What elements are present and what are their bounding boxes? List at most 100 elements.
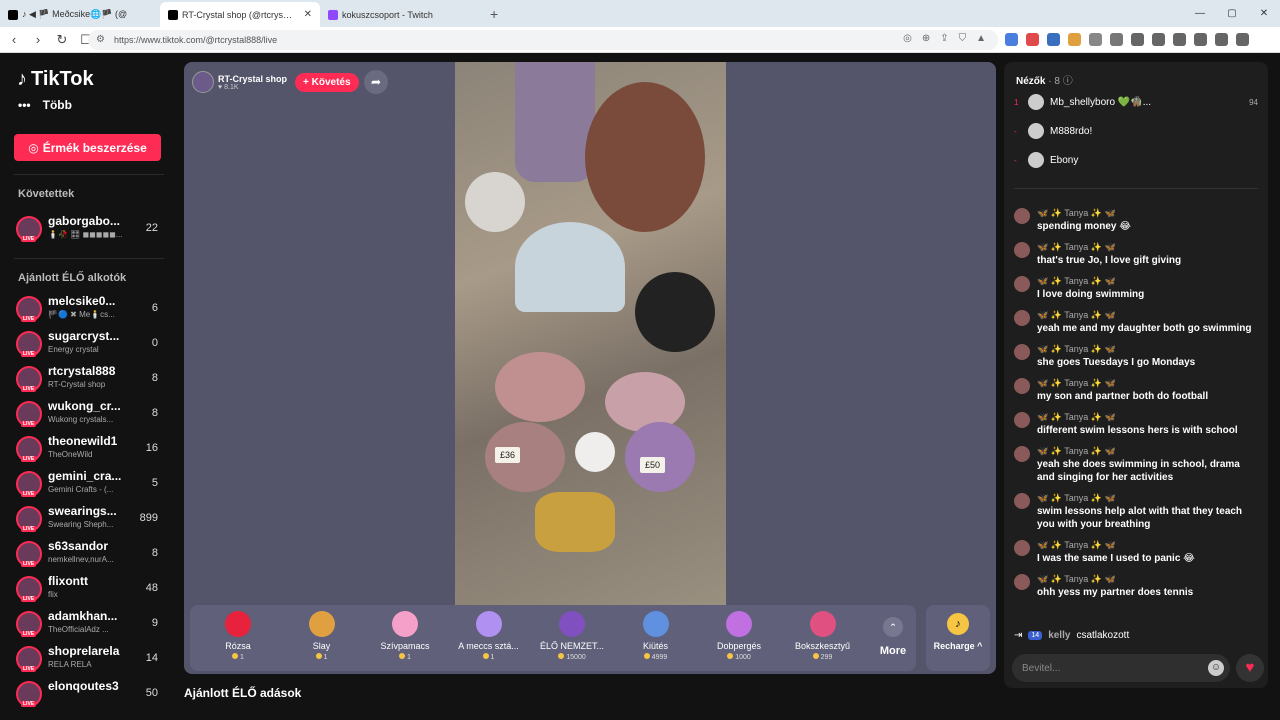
tiktok-logo[interactable]: ♪ TikTok bbox=[17, 68, 94, 91]
creator-item[interactable]: LIVE gemini_cra... Gemini Crafts - (... 5 bbox=[16, 469, 161, 499]
gift-item[interactable]: Bokszkesztyű 299 bbox=[783, 611, 863, 661]
divider bbox=[14, 258, 164, 259]
creator-item[interactable]: LIVE sugarcryst... Energy crystal 0 bbox=[16, 329, 161, 359]
heart-icon[interactable]: ♥ bbox=[1236, 654, 1264, 682]
sparkle-icon[interactable] bbox=[1194, 33, 1207, 46]
chat-message[interactable]: 🦋 ✨ Tanya ✨ 🦋 my son and partner both do … bbox=[1014, 378, 1258, 405]
shield-icon[interactable]: ⛉ bbox=[959, 33, 967, 44]
chevron-up-icon: ⌃ bbox=[883, 617, 903, 637]
coin-icon bbox=[482, 653, 489, 659]
zoom-icon[interactable]: ⊕ bbox=[922, 33, 930, 44]
creator-item[interactable]: LIVE rtcrystal888 RT-Crystal shop 8 bbox=[16, 364, 161, 394]
live-badge: LIVE bbox=[21, 236, 37, 242]
chat-message[interactable]: 🦋 ✨ Tanya ✨ 🦋 yeah me and my daughter bot… bbox=[1014, 310, 1258, 337]
puzzle-icon[interactable] bbox=[1089, 33, 1102, 46]
minimize-icon[interactable]: — bbox=[1184, 0, 1216, 27]
get-coins-button[interactable]: ◎ Érmék beszerzése bbox=[14, 134, 161, 161]
chat-message[interactable]: 🦋 ✨ Tanya ✨ 🦋 she goes Tuesdays I go Mond… bbox=[1014, 344, 1258, 371]
coin-icon bbox=[812, 653, 819, 659]
close-window-icon[interactable]: ✕ bbox=[1248, 0, 1280, 27]
avatar bbox=[1028, 94, 1044, 110]
url-text: https://www.tiktok.com/@rtcrystal888/liv… bbox=[114, 35, 278, 45]
live-badge: LIVE bbox=[21, 526, 37, 532]
gift-price: 1 bbox=[449, 653, 529, 661]
creator-item[interactable]: LIVE swearings... Swearing Sheph... 899 bbox=[16, 504, 161, 534]
price-tag: £36 bbox=[495, 447, 521, 463]
crystal-sphere bbox=[465, 172, 525, 232]
sidebar-icon[interactable] bbox=[1152, 33, 1165, 46]
gift-item[interactable]: Rózsa 1 bbox=[198, 611, 278, 661]
extension-icon[interactable] bbox=[1110, 33, 1123, 46]
crystal-moon bbox=[515, 222, 625, 312]
chat-message[interactable]: 🦋 ✨ Tanya ✨ 🦋 I was the same I used to pa… bbox=[1014, 540, 1258, 567]
creator-item[interactable]: LIVE wukong_cr... Wukong crystals... 8 bbox=[16, 399, 161, 429]
browser-tab-2[interactable]: RT-Crystal shop (@rtcrystal88 ✕ bbox=[160, 2, 320, 27]
live-video[interactable]: £36 £50 bbox=[455, 62, 726, 606]
triangle-icon[interactable]: ▲ bbox=[976, 33, 986, 44]
wallet-icon[interactable] bbox=[1173, 33, 1186, 46]
gift-item[interactable]: Dobpergés 1000 bbox=[699, 611, 779, 661]
live-badge: LIVE bbox=[21, 421, 37, 427]
more-gifts-button[interactable]: ⌃ More bbox=[874, 617, 912, 657]
cast-icon[interactable]: ◎ bbox=[903, 33, 912, 44]
chat-input[interactable] bbox=[1012, 654, 1202, 682]
chat-panel: Nézők · 8 ⓘ 1 Mb_shellyboro 💚🧌... 94 - M888r… bbox=[1004, 62, 1268, 688]
gift-item[interactable]: Slay 1 bbox=[282, 611, 362, 661]
share-icon[interactable]: ⇪ bbox=[940, 33, 948, 44]
creator-item[interactable]: LIVE elonqoutes3 50 bbox=[16, 679, 161, 709]
back-icon[interactable]: ‹ bbox=[4, 32, 24, 47]
chat-message[interactable]: 🦋 ✨ Tanya ✨ 🦋 yeah she does swimming in s… bbox=[1014, 446, 1258, 486]
host-bar: RT-Crystal shop ♥ 8.1K + Követés bbox=[192, 70, 359, 94]
music-icon[interactable] bbox=[1131, 33, 1144, 46]
browser-tab-3[interactable]: kokuszcsoport - Twitch bbox=[320, 2, 480, 27]
chat-message[interactable]: 🦋 ✨ Tanya ✨ 🦋 that's true Jo, I love gift… bbox=[1014, 242, 1258, 269]
site-info-icon[interactable]: ⚙ bbox=[96, 34, 105, 45]
viewers-title: Nézők · 8 ⓘ bbox=[1016, 76, 1073, 87]
browser-tab-1[interactable]: ♪ ◀ 🏴 Meðcsike🌐🏴 (@ bbox=[0, 2, 160, 27]
maximize-icon[interactable]: ▢ bbox=[1216, 0, 1248, 27]
vpn-shield-icon[interactable] bbox=[1215, 33, 1228, 46]
translate-extension-icon[interactable] bbox=[1005, 33, 1018, 46]
creator-item[interactable]: LIVE shoprelarela RELA RELA 14 bbox=[16, 644, 161, 674]
gift-item[interactable]: ÉLŐ NEMZET... 15000 bbox=[532, 611, 612, 661]
hls-extension-icon[interactable] bbox=[1026, 33, 1039, 46]
chat-message[interactable]: 🦋 ✨ Tanya ✨ 🦋 I love doing swimming bbox=[1014, 276, 1258, 303]
share-icon[interactable]: ➦ bbox=[364, 70, 388, 94]
chat-message[interactable]: 🦋 ✨ Tanya ✨ 🦋 different swim lessons hers… bbox=[1014, 412, 1258, 439]
menu-icon[interactable] bbox=[1236, 33, 1249, 46]
follow-button[interactable]: + Követés bbox=[295, 72, 359, 92]
reload-icon[interactable]: ↻ bbox=[52, 32, 72, 48]
chat-message[interactable]: 🦋 ✨ Tanya ✨ 🦋 ohh yess my partner does te… bbox=[1014, 574, 1258, 601]
emoji-icon[interactable]: ☺ bbox=[1208, 660, 1224, 676]
creator-item[interactable]: LIVE adamkhan... TheOfficialAdz ... 9 bbox=[16, 609, 161, 639]
close-tab-icon[interactable]: ✕ bbox=[304, 9, 312, 20]
viewer-item[interactable]: - M888rdo! bbox=[1014, 121, 1258, 141]
host-name[interactable]: RT-Crystal shop bbox=[218, 74, 287, 84]
recommended-lives-title: Ajánlott ÉLŐ adások bbox=[184, 686, 302, 700]
more-menu[interactable]: ••• Több bbox=[18, 98, 72, 112]
creator-item[interactable]: LIVE melcsike0... 🏴🔵 ✖ Me🕯️cs... 6 bbox=[16, 294, 161, 324]
address-bar[interactable]: ⚙ https://www.tiktok.com/@rtcrystal888/l… bbox=[88, 30, 998, 50]
extension-icon[interactable] bbox=[1068, 33, 1081, 46]
forward-icon[interactable]: › bbox=[28, 32, 48, 47]
new-tab-button[interactable]: + bbox=[480, 2, 508, 27]
chat-message[interactable]: 🦋 ✨ Tanya ✨ 🦋 spending money 😂 bbox=[1014, 208, 1258, 235]
creator-item[interactable]: LIVE flixontt flix 48 bbox=[16, 574, 161, 604]
coin-icon bbox=[727, 653, 734, 659]
avatar bbox=[1014, 412, 1030, 428]
viewer-item[interactable]: - Ebony bbox=[1014, 150, 1258, 170]
creator-item[interactable]: LIVE theonewild1 TheOneWild 16 bbox=[16, 434, 161, 464]
host-avatar[interactable] bbox=[192, 71, 214, 93]
gift-item[interactable]: Kiütés 4999 bbox=[616, 611, 696, 661]
chat-message[interactable]: 🦋 ✨ Tanya ✨ 🦋 swim lessons help alot with… bbox=[1014, 493, 1258, 533]
enter-icon: ⇥ bbox=[1014, 630, 1023, 641]
chat-input-wrapper: ☺ bbox=[1012, 654, 1230, 682]
gift-item[interactable]: Szívpamacs 1 bbox=[365, 611, 445, 661]
recharge-button[interactable]: ♪ Recharge ^ bbox=[926, 605, 990, 671]
viewer-item[interactable]: 1 Mb_shellyboro 💚🧌... 94 bbox=[1014, 92, 1258, 112]
following-item[interactable]: LIVE gaborgabo... 🕯️🥀 🎛 ◼◼◼◼◼... 22 bbox=[16, 214, 161, 244]
info-icon[interactable]: ⓘ bbox=[1063, 76, 1073, 87]
gift-item[interactable]: A meccs sztá... 1 bbox=[449, 611, 529, 661]
creator-item[interactable]: LIVE s63sandor nemkellnev,nurA... 8 bbox=[16, 539, 161, 569]
extension-icon[interactable] bbox=[1047, 33, 1060, 46]
